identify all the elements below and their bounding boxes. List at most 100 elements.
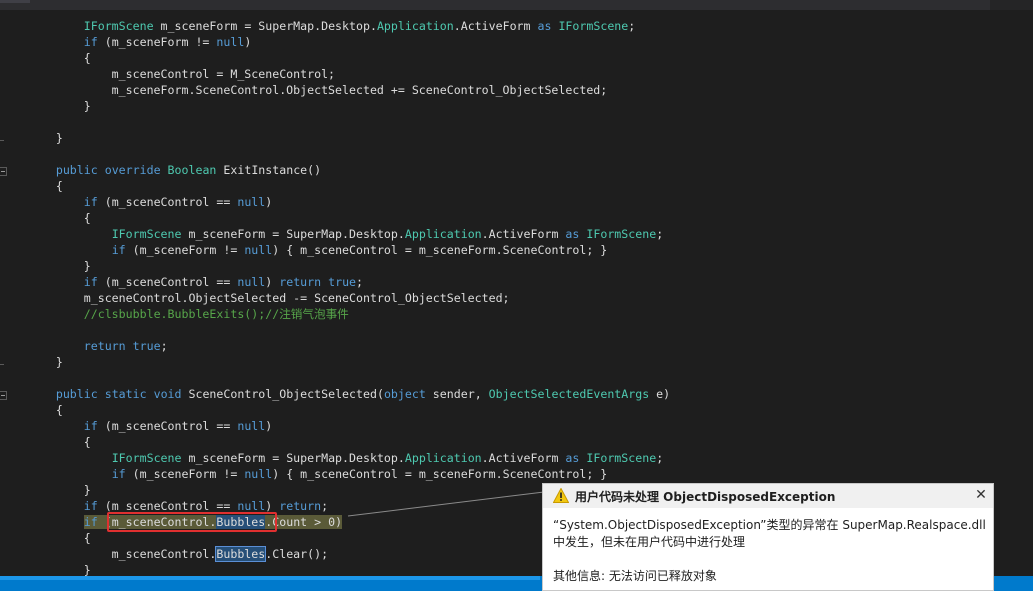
code-token: { [0, 179, 63, 193]
code-line[interactable]: IFormScene m_sceneForm = SuperMap.Deskto… [0, 226, 663, 242]
code-token: IFormScene [111, 227, 182, 241]
code-token: } [0, 259, 91, 273]
code-token: Application [404, 227, 482, 241]
code-token: (m_sceneForm != [97, 35, 217, 49]
code-line[interactable]: { [0, 210, 91, 226]
exception-popup: 用户代码未处理 ObjectDisposedException ✕ “Syste… [542, 483, 994, 591]
code-token: } [0, 131, 63, 145]
close-icon[interactable]: ✕ [973, 487, 989, 503]
code-token: IFormScene [558, 19, 629, 33]
code-token: true [328, 275, 357, 289]
code-line[interactable]: { [0, 434, 91, 450]
code-line[interactable]: public override Boolean ExitInstance() [0, 162, 321, 178]
code-line[interactable]: m_sceneForm.SceneControl.ObjectSelected … [0, 82, 608, 98]
callout-connector [347, 491, 545, 517]
code-token: { [0, 211, 91, 225]
code-token: if [83, 195, 98, 209]
code-token: (m_sceneControl == [97, 419, 238, 433]
code-token: void [153, 387, 182, 401]
exception-callout-line [347, 491, 545, 517]
code-token: if [83, 275, 98, 289]
code-token: return [83, 339, 126, 353]
code-token: { [0, 51, 91, 65]
code-token: m_sceneControl.ObjectSelected -= SceneCo… [0, 291, 510, 305]
code-token: ; [160, 339, 168, 353]
code-token: IFormScene [586, 451, 657, 465]
code-line[interactable]: } [0, 482, 91, 498]
code-token: null [237, 419, 266, 433]
code-token: m_sceneForm = SuperMap.Desktop. [181, 227, 405, 241]
code-line[interactable]: if (m_sceneForm != null) { m_sceneContro… [0, 466, 608, 482]
code-line[interactable]: //clsbubble.BubbleExits();//注销气泡事件 [0, 306, 349, 322]
code-token: (m_sceneForm != [125, 467, 245, 481]
exception-additional-info: 其他信息: 无法访问已释放对象 [553, 569, 717, 583]
code-token: IFormScene [111, 451, 182, 465]
warning-icon [553, 488, 569, 503]
code-token: null [244, 243, 273, 257]
highlight-annotation-box [107, 512, 277, 532]
code-token: if [83, 35, 98, 49]
code-token: m_sceneForm = SuperMap.Desktop. [153, 19, 377, 33]
code-line[interactable]: if (m_sceneControl == null) [0, 194, 272, 210]
code-line[interactable]: IFormScene m_sceneForm = SuperMap.Deskto… [0, 18, 635, 34]
code-token: .ActiveForm [481, 451, 566, 465]
code-line[interactable]: public static void SceneControl_ObjectSe… [0, 386, 670, 402]
code-line[interactable]: return true; [0, 338, 168, 354]
code-token: null [244, 467, 273, 481]
code-token: } [0, 563, 91, 577]
code-line[interactable]: } [0, 130, 63, 146]
code-token: Application [376, 19, 454, 33]
code-token: return [279, 499, 322, 513]
code-token: (m_sceneControl == [97, 499, 238, 513]
code-token: as [565, 451, 580, 465]
code-line[interactable]: } [0, 98, 91, 114]
code-token: { [0, 435, 91, 449]
code-line[interactable]: { [0, 50, 91, 66]
tab-strip-segment [990, 0, 1033, 10]
exception-title: 用户代码未处理 ObjectDisposedException [575, 490, 836, 504]
code-token: override [104, 163, 161, 177]
code-token: m_sceneForm.SceneControl.ObjectSelected … [0, 83, 608, 97]
tab-strip-segment [0, 0, 30, 3]
code-token: IFormScene [586, 227, 657, 241]
code-token: null [216, 35, 245, 49]
code-line[interactable]: } [0, 258, 91, 274]
code-line[interactable]: m_sceneControl = M_SceneControl; [0, 66, 335, 82]
exception-message-line2: 中发生，但未在用户代码中进行处理 [553, 535, 746, 549]
code-token: ) { m_sceneControl = m_sceneForm.SceneCo… [272, 467, 608, 481]
code-token: if [111, 243, 126, 257]
code-token: } [0, 483, 91, 497]
code-line[interactable]: m_sceneControl.Bubbles.Clear(); [0, 546, 328, 562]
code-line[interactable]: IFormScene m_sceneForm = SuperMap.Deskto… [0, 450, 663, 466]
code-line[interactable]: } [0, 354, 63, 370]
code-line[interactable]: if (m_sceneForm != null) [0, 34, 252, 50]
code-token: { [0, 403, 63, 417]
code-line[interactable]: { [0, 178, 63, 194]
code-token: m_sceneForm = SuperMap.Desktop. [181, 451, 405, 465]
code-line[interactable]: m_sceneControl.ObjectSelected -= SceneCo… [0, 290, 510, 306]
code-token: ) { m_sceneControl = m_sceneForm.SceneCo… [272, 243, 608, 257]
code-line[interactable]: { [0, 402, 63, 418]
code-line[interactable]: if (m_sceneForm != null) { m_sceneContro… [0, 242, 608, 258]
code-token: (m_sceneControl == [97, 275, 238, 289]
code-line[interactable]: { [0, 530, 91, 546]
code-token: m_sceneControl. [0, 547, 217, 561]
code-token: ExitInstance() [216, 163, 322, 177]
code-token: ; [656, 451, 664, 465]
code-line[interactable]: if (m_sceneControl == null) return true; [0, 274, 363, 290]
code-line[interactable]: if (m_sceneControl == null) [0, 418, 272, 434]
